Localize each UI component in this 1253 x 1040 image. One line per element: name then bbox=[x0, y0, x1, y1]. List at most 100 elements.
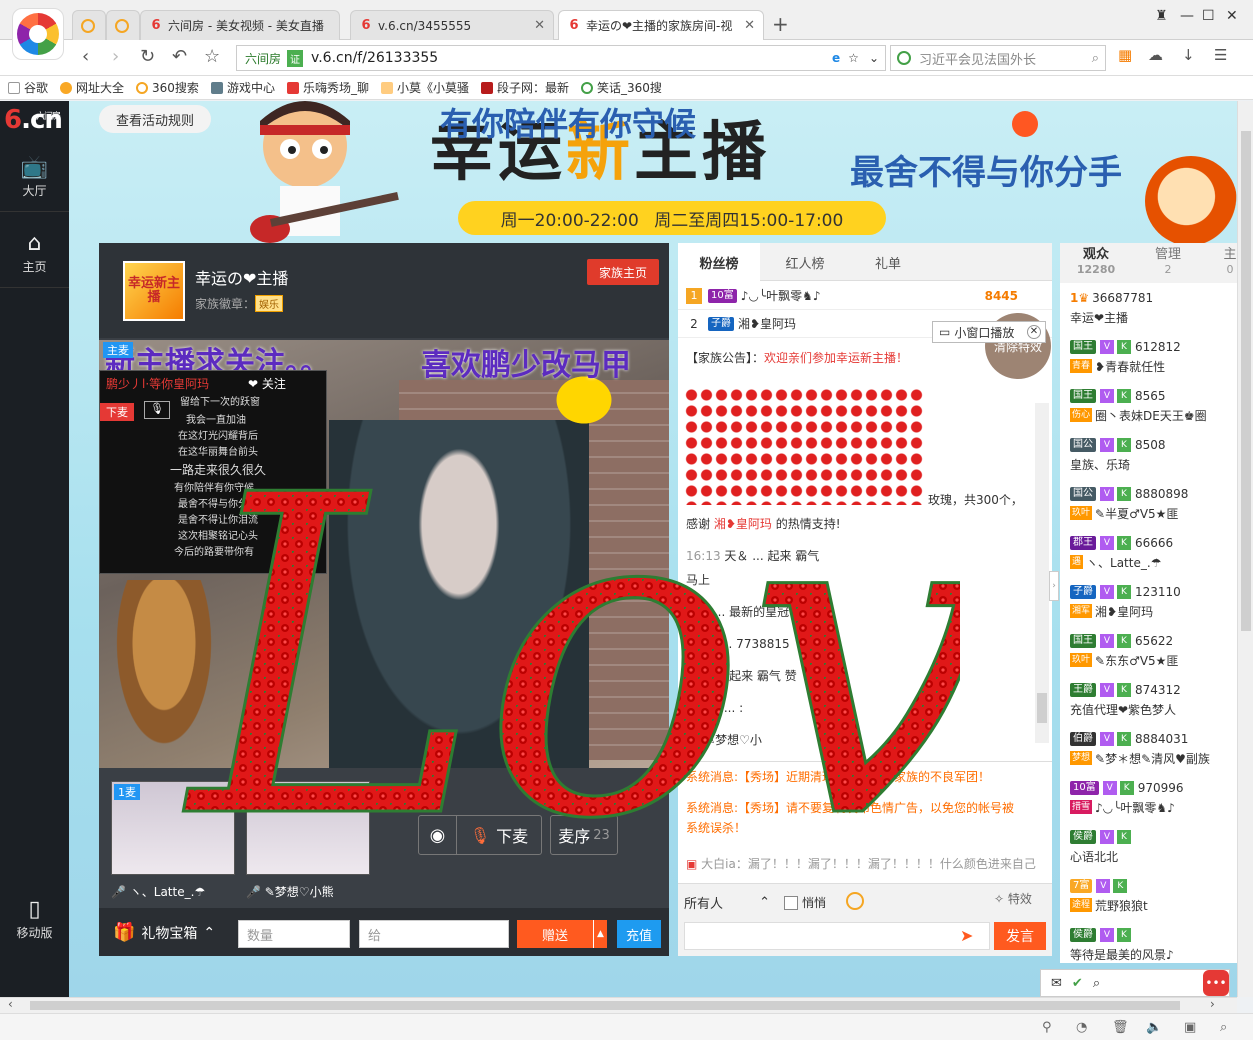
bookmark-star-icon[interactable]: ☆ bbox=[848, 51, 859, 65]
six-cn-logo[interactable]: 6.cn 六间房 bbox=[4, 105, 66, 141]
back-icon[interactable]: ‹ bbox=[82, 46, 89, 67]
tab-star-rank[interactable]: 红人榜 bbox=[760, 243, 850, 281]
audience-user[interactable]: 国王 V K 65622 玖叶 ✎东东♂V5★匪 bbox=[1070, 632, 1178, 669]
audience-user[interactable]: 国公 V K 8880898 玖叶 ✎半夏♂V5★匪 bbox=[1070, 485, 1188, 522]
zoom-icon[interactable]: ⌕ bbox=[1220, 1020, 1227, 1035]
paper-plane-icon[interactable]: ➤ bbox=[960, 926, 973, 945]
undo-icon[interactable]: ↶ bbox=[172, 46, 187, 67]
bookmark-item[interactable]: 小莫《小莫骚 bbox=[380, 79, 469, 96]
thanks-user[interactable]: 湘❥皇阿玛 bbox=[714, 517, 772, 531]
pip-video[interactable]: 鹏少丿l·等你皇阿玛 ❤ 关注 下麦 🎙 留给下一次的跃窗 我会一直加油 在这灯… bbox=[99, 370, 327, 574]
audience-user[interactable]: 国公 V K 8508 皇族、乐琦 bbox=[1070, 436, 1166, 473]
tab-gift-list[interactable]: 礼单 bbox=[850, 243, 926, 281]
cloud-icon[interactable]: ☁ bbox=[1148, 46, 1163, 64]
leave-mic-button[interactable]: 🎙 下麦 bbox=[457, 823, 541, 847]
mic-seat-2-user[interactable]: 🎤 ✎梦想♡小熊 bbox=[246, 883, 334, 900]
whisper-checkbox[interactable]: 悄悄 bbox=[784, 894, 826, 911]
horizontal-scrollbar[interactable]: ‹ › bbox=[0, 997, 1237, 1013]
favorite-star-icon[interactable]: ☆ bbox=[204, 46, 220, 67]
scrollbar-thumb[interactable] bbox=[30, 1001, 1180, 1010]
bookmark-item[interactable]: 谷歌 bbox=[8, 79, 48, 96]
forward-icon[interactable]: › bbox=[112, 46, 119, 67]
url-text[interactable]: v.6.cn/f/26133355 bbox=[311, 50, 832, 66]
pip-user-name[interactable]: 鹏少丿l·等你皇阿玛 bbox=[106, 375, 209, 392]
audience-user[interactable]: 国王 V K 8565 伤心 圈丶表妹DE天王♚圈 bbox=[1070, 387, 1207, 424]
checkbox-icon[interactable] bbox=[784, 895, 798, 910]
audience-user[interactable]: 郡王 V K 66666 遇ヽ、Latte_.☂ bbox=[1070, 534, 1173, 571]
nav-home[interactable]: ⌂ 主页 bbox=[0, 231, 69, 275]
close-tab-icon[interactable]: ✕ bbox=[534, 18, 545, 33]
volume-icon[interactable]: 🔈 bbox=[1146, 1020, 1162, 1035]
message-icon[interactable]: ••• bbox=[1203, 970, 1229, 996]
recharge-button[interactable]: 充值 bbox=[617, 920, 661, 948]
collapse-panel-icon[interactable]: › bbox=[1049, 571, 1059, 601]
window-icon[interactable]: ▣ bbox=[1184, 1020, 1196, 1035]
nav-hall[interactable]: 📺 大厅 bbox=[0, 155, 69, 199]
audience-user[interactable]: 侯爵 V K 等待是最美的风景♪ bbox=[1070, 926, 1174, 963]
tab-fans-rank[interactable]: 粉丝榜 bbox=[678, 243, 760, 281]
minimize-icon[interactable]: — bbox=[1180, 8, 1194, 24]
browser-tab-4[interactable]: 6 v.6.cn/3455555 ✕ bbox=[350, 10, 554, 40]
bookmark-item[interactable]: 网址大全 bbox=[60, 79, 124, 96]
download-icon[interactable]: ↓ bbox=[1182, 46, 1195, 64]
nav-mobile[interactable]: ▯ 移动版 bbox=[0, 897, 69, 941]
effects-toggle[interactable]: ✧ 特效 bbox=[994, 890, 1032, 907]
browser-tab-3[interactable]: 6 六间房 - 美女视频 - 美女直播 bbox=[140, 10, 340, 40]
audience-user[interactable]: 7富 V K 途程 荒野狼狼t bbox=[1070, 877, 1148, 914]
pin-icon[interactable]: ⚲ bbox=[1042, 1020, 1052, 1035]
search-input[interactable]: 习近平会见法国外长 ⌕ bbox=[890, 45, 1106, 71]
anchor-avatar[interactable]: 幸运新主播 bbox=[123, 261, 185, 321]
audience-user[interactable]: 侯爵 V K 心语北北 bbox=[1070, 828, 1135, 865]
pip-mic-off-button[interactable]: 下麦 bbox=[100, 403, 134, 421]
chat-scrollbar[interactable] bbox=[1035, 403, 1049, 743]
mic-seat-2[interactable]: 2麦 bbox=[246, 781, 370, 875]
scroll-right-icon[interactable]: › bbox=[1210, 997, 1215, 1011]
gift-recipient-select[interactable]: 给 bbox=[359, 920, 509, 948]
give-options-arrow-icon[interactable]: ▲ bbox=[593, 920, 607, 948]
browser-tab-5-active[interactable]: 6 幸运の❤主播的家族房间-视 ✕ bbox=[558, 10, 764, 40]
close-tab-icon[interactable]: ✕ bbox=[744, 18, 755, 33]
emoji-icon[interactable] bbox=[846, 892, 864, 910]
chevron-down-icon[interactable]: ⌄ bbox=[869, 51, 879, 65]
audience-user[interactable]: 王爵 V K 874312 充值代理❤紫色梦人 bbox=[1070, 681, 1181, 718]
bookmark-item[interactable]: 乐嗨秀场_聊 bbox=[286, 79, 369, 96]
refresh-icon[interactable]: ↻ bbox=[140, 46, 155, 67]
address-bar[interactable]: 六间房 证 v.6.cn/f/26133355 e ☆ ⌄ bbox=[236, 45, 886, 71]
browser-tab-1[interactable] bbox=[72, 10, 106, 40]
rank-row[interactable]: 1 10富 ♪◡╰叶飘零♞♪ 8445 bbox=[678, 282, 1052, 310]
family-home-button[interactable]: 家族主页 bbox=[587, 259, 659, 285]
trash-icon[interactable]: 🗑 bbox=[1112, 1020, 1129, 1035]
gift-box-button[interactable]: 🎁 礼物宝箱 ⌃ bbox=[113, 922, 215, 943]
chat-input[interactable] bbox=[684, 922, 990, 950]
page-scrollbar[interactable] bbox=[1237, 101, 1253, 997]
audience-user[interactable]: 伯爵 V K 8884031 梦想 ✎梦＊想✎清风♥副族 bbox=[1070, 730, 1210, 767]
scrollbar-thumb[interactable] bbox=[1241, 131, 1251, 631]
close-window-icon[interactable]: ✕ bbox=[1226, 8, 1238, 24]
bookmark-item[interactable]: 笑话_360搜 bbox=[581, 79, 662, 96]
new-tab-button[interactable]: + bbox=[772, 12, 789, 36]
maximize-icon[interactable]: ☐ bbox=[1202, 8, 1215, 24]
give-gift-button[interactable]: 赠送 bbox=[517, 920, 593, 948]
speed-icon[interactable]: ◔ bbox=[1076, 1020, 1087, 1035]
gift-quantity-select[interactable]: 数量 bbox=[238, 920, 350, 948]
browser-tab-2[interactable] bbox=[106, 10, 140, 40]
mic-seat-1-user[interactable]: 🎤 ヽ、Latte_.☂ bbox=[111, 883, 205, 900]
audience-user[interactable]: 国王 V K 612812 青春 ❥青春就任性 bbox=[1070, 338, 1181, 375]
bookmark-item[interactable]: 游戏中心 bbox=[210, 79, 275, 96]
mini-window-play-button[interactable]: ▭ 小窗口播放 ✕ bbox=[932, 321, 1046, 343]
check-icon[interactable]: ✔ bbox=[1072, 976, 1083, 991]
ie-mode-icon[interactable]: e bbox=[832, 51, 840, 65]
browser-logo-icon[interactable] bbox=[12, 8, 64, 60]
audience-user[interactable]: 1♛ 36687781 幸运❤主播 bbox=[1070, 289, 1153, 326]
camera-icon[interactable]: ◉ bbox=[419, 816, 457, 854]
menu-icon[interactable]: ☰ bbox=[1214, 46, 1227, 64]
tab-managers[interactable]: 管理 2 bbox=[1140, 247, 1196, 277]
send-button[interactable]: 发言 bbox=[994, 922, 1046, 950]
scroll-left-icon[interactable]: ‹ bbox=[8, 997, 13, 1011]
bookmark-item[interactable]: 360搜索 bbox=[136, 79, 199, 96]
skin-icon[interactable]: ♜ bbox=[1155, 8, 1168, 24]
mail-icon[interactable]: ✉ bbox=[1051, 976, 1062, 991]
chat-target-select[interactable]: 所有人 ⌃ bbox=[684, 890, 770, 914]
scrollbar-thumb[interactable] bbox=[1037, 693, 1047, 723]
mic-icon[interactable]: 🎙 bbox=[144, 401, 170, 419]
